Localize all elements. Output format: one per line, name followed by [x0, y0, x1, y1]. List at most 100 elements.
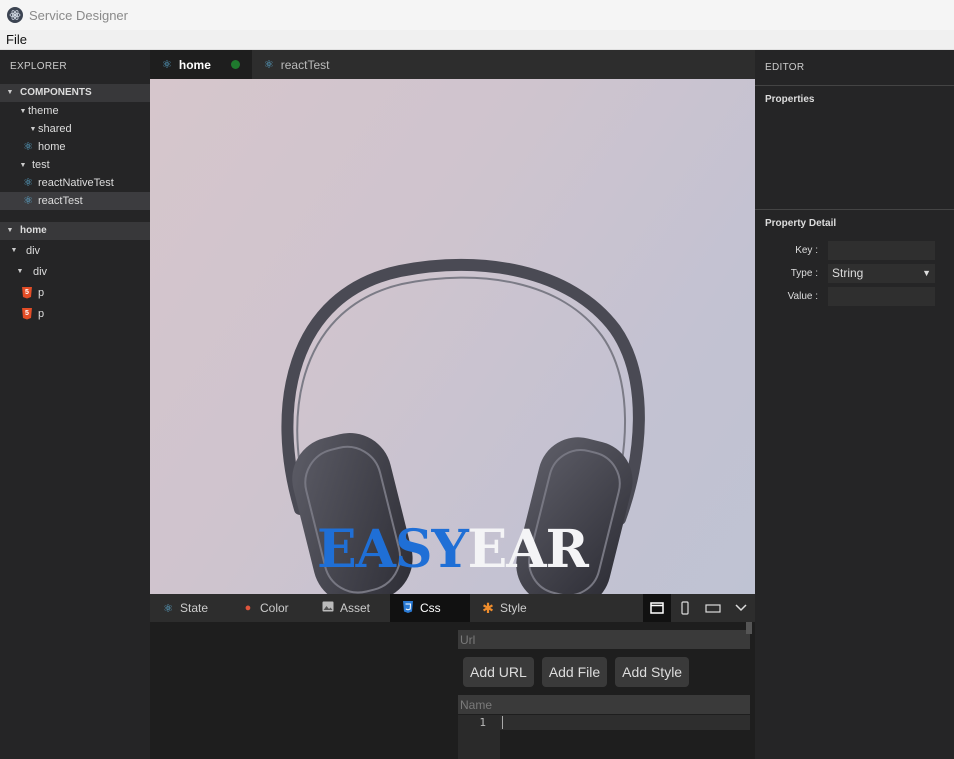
- key-label: Key :: [795, 244, 818, 256]
- url-input[interactable]: [458, 630, 750, 649]
- mobile-view-icon[interactable]: [671, 594, 699, 622]
- add-url-button[interactable]: Add URL: [463, 657, 534, 687]
- tree-item-label: home: [38, 141, 66, 153]
- tab-css[interactable]: Css: [390, 594, 470, 622]
- outline-item-p[interactable]: 5 p: [0, 303, 150, 324]
- line-gutter: 1: [458, 715, 500, 759]
- tab-state[interactable]: ⚛ State: [150, 594, 230, 622]
- menu-bar: File: [0, 30, 954, 50]
- active-code-line[interactable]: [500, 715, 750, 730]
- menu-file[interactable]: File: [6, 32, 27, 47]
- logo-part-easy: EASY: [317, 519, 469, 580]
- desktop-view-icon[interactable]: [643, 594, 671, 622]
- brand-logo-text: EASYEAR: [317, 519, 589, 580]
- tree-item-label: shared: [38, 123, 72, 135]
- key-row: Key :: [755, 240, 954, 260]
- components-section-header[interactable]: ▼ COMPONENTS: [0, 84, 150, 102]
- tab-home[interactable]: ⚛ home: [150, 50, 252, 79]
- design-canvas[interactable]: EASYEAR: [150, 79, 755, 594]
- tree-item-shared[interactable]: ▼ shared: [0, 120, 150, 138]
- css-panel: Add URL Add File Add Style 1: [150, 622, 755, 759]
- key-input[interactable]: [828, 240, 935, 260]
- tree-item-label: reactNativeTest: [38, 177, 114, 189]
- react-icon: ⚛: [23, 141, 33, 153]
- chevron-down-icon[interactable]: [727, 594, 755, 622]
- editor-panel: EDITOR Properties Property Detail Key : …: [755, 50, 954, 759]
- outline-item-div[interactable]: ▼ div: [0, 240, 150, 261]
- components-title: COMPONENTS: [20, 87, 92, 98]
- react-icon: ⚛: [23, 195, 33, 207]
- tree-item-home[interactable]: ⚛ home: [0, 138, 150, 156]
- tab-asset[interactable]: Asset: [310, 594, 390, 622]
- asterisk-icon: ✱: [482, 599, 494, 616]
- caret-down-icon: ▼: [19, 161, 27, 169]
- tab-color[interactable]: ● Color: [230, 594, 310, 622]
- tree-item-reactnativetest[interactable]: ⚛ reactNativeTest: [0, 174, 150, 192]
- value-input[interactable]: [828, 286, 935, 306]
- react-icon: ⚛: [162, 59, 172, 71]
- outline-item-label: p: [38, 286, 45, 299]
- outline-section-header[interactable]: ▼ home: [0, 222, 150, 240]
- caret-down-icon: ▼: [6, 89, 14, 96]
- name-input[interactable]: [458, 695, 750, 714]
- text-cursor: [502, 716, 503, 729]
- window-title: Service Designer: [29, 7, 128, 23]
- line-number: 1: [479, 716, 486, 729]
- app-logo-icon: [7, 7, 23, 23]
- tab-label: reactTest: [280, 57, 330, 72]
- title-bar: Service Designer: [0, 0, 954, 30]
- type-select-value: String: [832, 266, 864, 280]
- outline-item-p[interactable]: 5 p: [0, 282, 150, 303]
- tab-label: Style: [500, 601, 527, 615]
- explorer-panel: EXPLORER ▼ COMPONENTS ▼ theme ▼ shared ⚛…: [0, 50, 150, 759]
- property-detail-title: Property Detail: [765, 218, 837, 229]
- view-mode-buttons: [643, 594, 755, 622]
- react-icon: ⚛: [263, 59, 274, 71]
- properties-section: Properties: [755, 86, 954, 210]
- headphones-image: [281, 258, 645, 594]
- type-select[interactable]: String ▼: [828, 263, 935, 283]
- tab-style[interactable]: ✱ Style: [470, 594, 550, 622]
- value-row: Value :: [755, 286, 954, 306]
- react-icon: ⚛: [23, 177, 33, 189]
- editor-tabbar: ⚛ home ⚛ reactTest: [150, 50, 755, 79]
- tab-label: Css: [420, 601, 441, 615]
- tab-label: State: [180, 601, 209, 615]
- outline-item-label: p: [38, 307, 45, 320]
- css3-icon: [402, 600, 414, 616]
- explorer-header: EXPLORER: [10, 61, 67, 72]
- caret-down-icon: ▼: [29, 125, 37, 133]
- css-action-buttons: Add URL Add File Add Style: [463, 657, 690, 687]
- add-style-button[interactable]: Add Style: [615, 657, 690, 687]
- unsaved-indicator-icon: [230, 60, 240, 69]
- tab-label: home: [178, 57, 211, 72]
- caret-down-icon: ▼: [16, 268, 24, 275]
- value-label: Value :: [787, 290, 818, 302]
- tree-item-label: reactTest: [38, 195, 83, 207]
- outline-item-label: div: [33, 265, 48, 278]
- add-file-button[interactable]: Add File: [541, 657, 608, 687]
- image-icon: [322, 601, 334, 615]
- tab-label: Asset: [340, 601, 371, 615]
- scrollbar-thumb[interactable]: [746, 622, 752, 634]
- editor-header: EDITOR: [755, 50, 954, 86]
- caret-down-icon: ▼: [19, 107, 27, 115]
- caret-down-icon: ▼: [10, 247, 18, 254]
- code-editor[interactable]: 1: [458, 715, 750, 759]
- html5-icon: 5: [22, 286, 32, 299]
- tree-item-theme[interactable]: ▼ theme: [0, 102, 150, 120]
- tree-item-test[interactable]: ▼ test: [0, 156, 150, 174]
- outline-item-label: div: [26, 244, 41, 257]
- tree-item-reacttest[interactable]: ⚛ reactTest: [0, 192, 150, 210]
- type-row: Type : String ▼: [755, 263, 954, 283]
- outline-item-div[interactable]: ▼ div: [0, 261, 150, 282]
- logo-part-ear: EAR: [467, 519, 589, 580]
- caret-down-icon: ▼: [6, 227, 14, 234]
- tablet-view-icon[interactable]: [699, 594, 727, 622]
- bottom-tabbar: ⚛ State ● Color Asset Css ✱ Style: [150, 594, 755, 622]
- html5-icon: 5: [22, 307, 32, 320]
- tab-reacttest[interactable]: ⚛ reactTest: [251, 50, 358, 79]
- tab-label: Color: [260, 601, 289, 615]
- type-label: Type :: [790, 267, 818, 279]
- palette-icon: ●: [244, 602, 252, 614]
